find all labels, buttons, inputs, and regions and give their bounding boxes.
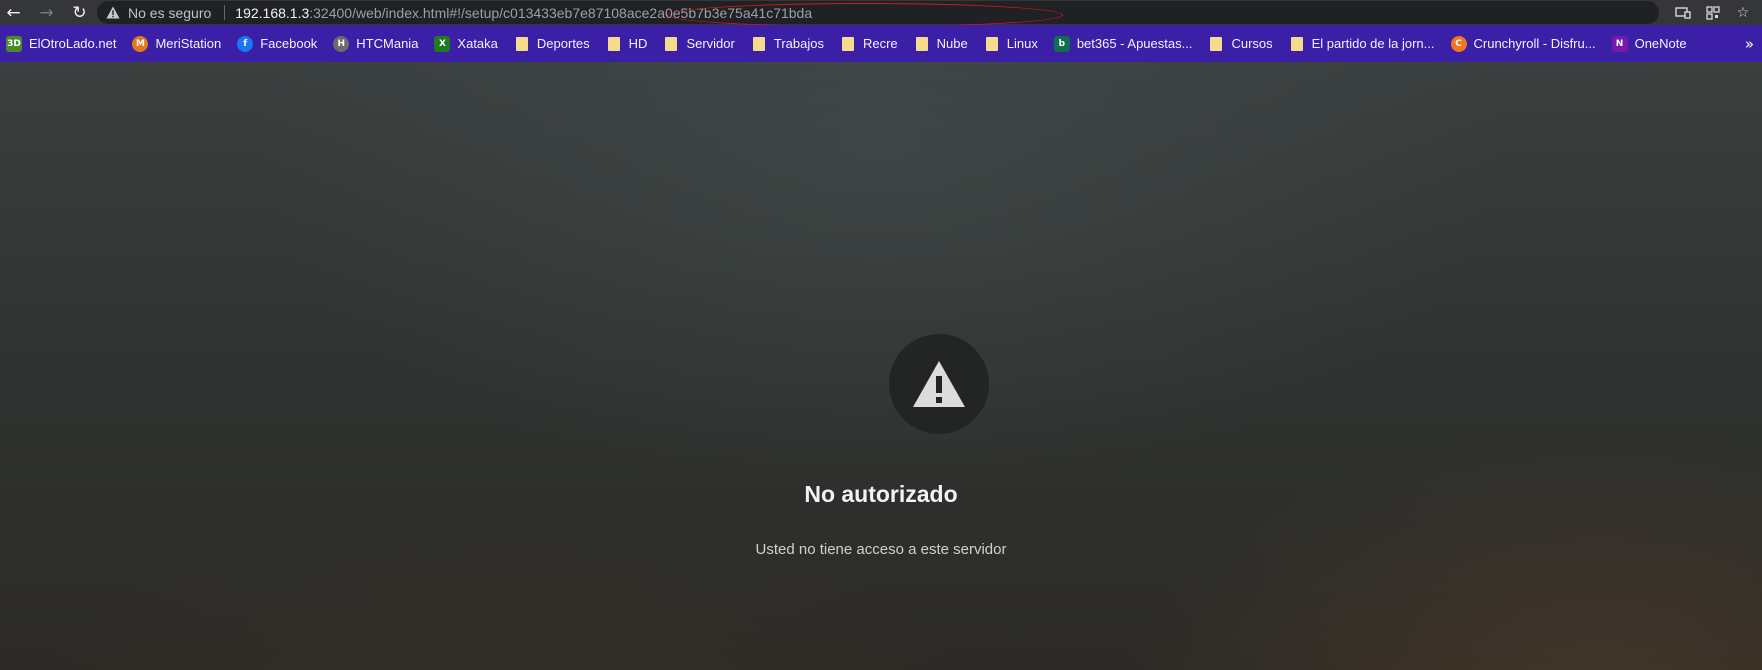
- bookmark-item[interactable]: b bet365 - Apuestas...: [1052, 31, 1199, 57]
- address-bar[interactable]: No es seguro 192.168.1.3:32400/web/index…: [97, 1, 1659, 27]
- bookmark-item[interactable]: X Xataka: [432, 31, 503, 57]
- page-title: No autorizado: [804, 481, 958, 507]
- bookmark-label: Xataka: [457, 36, 498, 51]
- bookmark-item[interactable]: Deportes: [512, 31, 596, 57]
- browser-toolbar: ← → ↻ No es seguro 192.168.1.3:32400/web…: [0, 0, 1762, 27]
- star-icon[interactable]: ☆: [1734, 4, 1752, 22]
- folder-icon: [1290, 36, 1303, 51]
- bookmark-item[interactable]: f Facebook: [235, 31, 323, 57]
- bookmark-item[interactable]: El partido de la jorn...: [1287, 31, 1441, 57]
- bookmark-label: MeriStation: [155, 36, 222, 51]
- bookmark-item[interactable]: N OneNote: [1610, 31, 1693, 57]
- toolbar-right-icons: ☆: [1674, 0, 1752, 25]
- folder-icon: [985, 36, 998, 51]
- crunchyroll-icon: C: [1450, 35, 1467, 52]
- bookmark-label: Cursos: [1231, 36, 1273, 51]
- elotrolado-icon: 3D: [6, 35, 22, 52]
- omnibox-divider: [224, 5, 226, 20]
- url-text[interactable]: 192.168.1.3:32400/web/index.html#!/setup…: [235, 2, 1064, 27]
- bookmark-label: Nube: [936, 36, 968, 51]
- bookmark-item[interactable]: H HTCMania: [331, 31, 424, 57]
- folder-icon: [607, 36, 620, 51]
- bookmark-item[interactable]: Recre: [838, 31, 904, 57]
- url-host: 192.168.1.3: [235, 4, 310, 21]
- folder-icon: [752, 36, 765, 51]
- warning-triangle-icon[interactable]: [106, 6, 120, 20]
- qr-apps-icon[interactable]: [1704, 4, 1722, 22]
- forward-arrow-icon[interactable]: →: [33, 0, 60, 25]
- bookmark-item[interactable]: Servidor: [661, 31, 740, 57]
- bookmark-label: ElOtroLado.net: [29, 36, 117, 51]
- bookmark-item[interactable]: 3D ElOtroLado.net: [4, 31, 122, 57]
- facebook-icon: f: [237, 35, 254, 52]
- bookmarks-overflow-icon[interactable]: »: [1745, 25, 1754, 62]
- bookmark-item[interactable]: C Crunchyroll - Disfru...: [1449, 31, 1602, 57]
- bookmark-label: Deportes: [536, 36, 590, 51]
- security-status[interactable]: No es seguro: [128, 5, 211, 21]
- bookmark-label: Crunchyroll - Disfru...: [1473, 36, 1596, 51]
- folder-icon: [915, 36, 928, 51]
- bookmark-label: El partido de la jorn...: [1311, 36, 1435, 51]
- bet365-icon: b: [1053, 35, 1070, 52]
- alert-triangle-icon: [913, 361, 965, 407]
- bookmark-label: HTCMania: [356, 36, 419, 51]
- folder-icon: [665, 36, 678, 51]
- bookmarks-bar: 3D ElOtroLado.net M MeriStation f Facebook H HT…: [0, 25, 1762, 62]
- cast-icon[interactable]: [1674, 4, 1692, 22]
- bookmark-label: Linux: [1006, 36, 1038, 51]
- red-highlight-ellipse: [667, 2, 1064, 27]
- bookmark-item[interactable]: Linux: [982, 31, 1044, 57]
- bookmark-item[interactable]: HD: [604, 31, 654, 57]
- xataka-icon: X: [434, 35, 451, 52]
- alert-badge: [889, 334, 989, 434]
- reload-icon[interactable]: ↻: [66, 0, 93, 25]
- page-content: No autorizado Usted no tiene acceso a es…: [0, 62, 1762, 670]
- back-arrow-icon[interactable]: ←: [0, 0, 27, 25]
- folder-icon: [515, 36, 528, 51]
- htcmania-icon: H: [333, 35, 350, 52]
- bookmark-label: HD: [628, 36, 648, 51]
- bookmark-item[interactable]: M MeriStation: [130, 31, 227, 57]
- bookmark-label: Facebook: [260, 36, 318, 51]
- folder-icon: [1210, 36, 1223, 51]
- bookmark-item[interactable]: Cursos: [1206, 31, 1278, 57]
- bookmark-label: Recre: [862, 36, 898, 51]
- meristation-icon: M: [132, 35, 149, 52]
- bookmark-item[interactable]: Trabajos: [749, 31, 830, 57]
- bookmark-label: Trabajos: [773, 36, 824, 51]
- bookmark-item[interactable]: Nube: [912, 31, 974, 57]
- bookmark-label: OneNote: [1634, 36, 1687, 51]
- folder-icon: [841, 36, 854, 51]
- bookmark-label: bet365 - Apuestas...: [1076, 36, 1193, 51]
- bookmark-label: Servidor: [686, 36, 735, 51]
- onenote-icon: N: [1611, 35, 1628, 52]
- page-message: Usted no tiene acceso a este servidor: [755, 541, 1007, 558]
